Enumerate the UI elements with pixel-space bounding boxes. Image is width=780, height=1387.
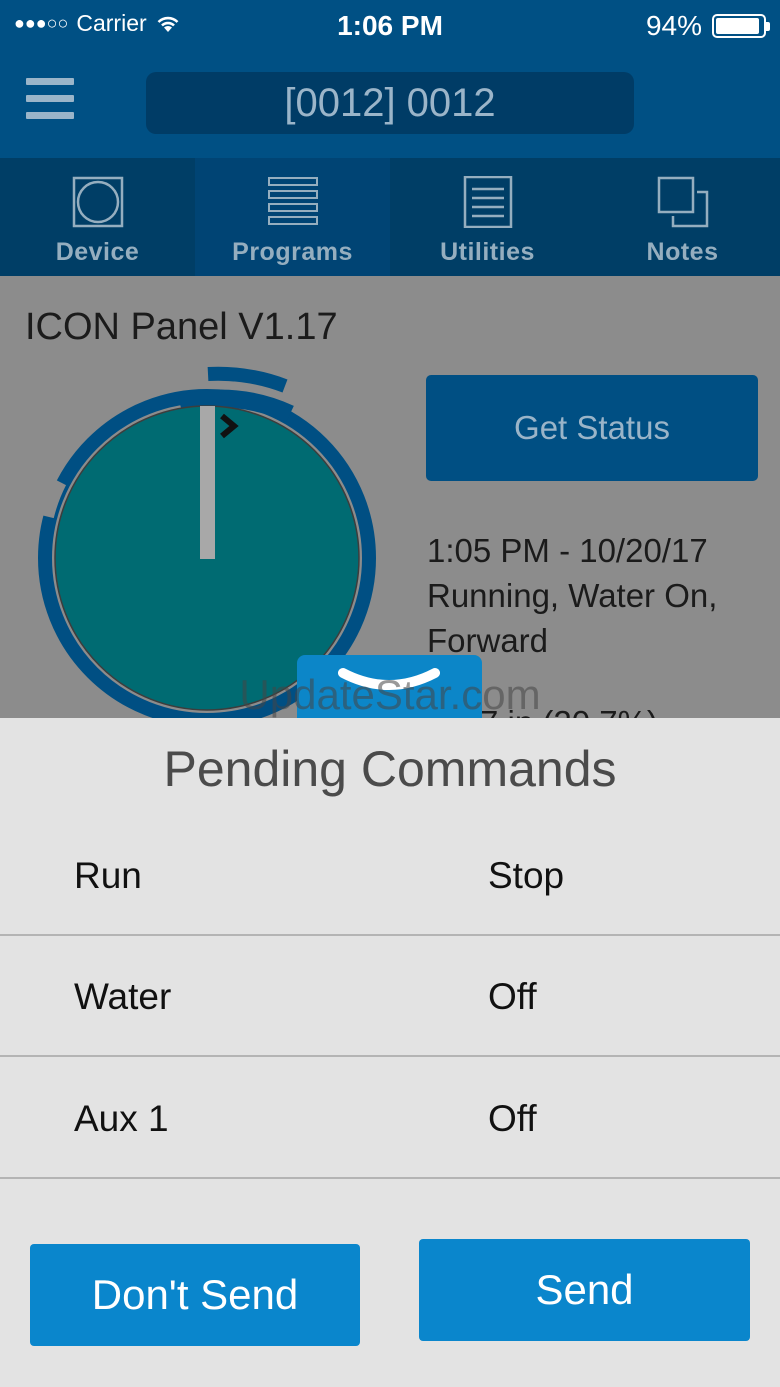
device-title[interactable]: [0012] 0012 xyxy=(146,72,634,134)
tab-programs[interactable]: Programs xyxy=(195,158,390,276)
tab-notes[interactable]: Notes xyxy=(585,158,780,276)
tab-label: Device xyxy=(55,238,140,266)
tab-label: Notes xyxy=(646,238,719,266)
nav-bar: [0012] 0012 xyxy=(0,52,780,158)
tab-device[interactable]: Device xyxy=(0,158,195,276)
battery-percent: 94% xyxy=(645,10,702,41)
panel-title: ICON Panel V1.17 xyxy=(25,306,338,348)
send-button[interactable]: Send xyxy=(419,1239,750,1341)
tab-bar: Device Programs Utilities Notes xyxy=(0,158,780,276)
status-timestamp: 1:05 PM - 10/20/17 xyxy=(427,532,708,569)
command-name: Aux 1 xyxy=(74,1098,169,1139)
document-list-icon xyxy=(463,176,512,228)
command-name: Run xyxy=(74,855,142,896)
command-row: Aux 1 Off xyxy=(0,1058,780,1179)
command-name: Water xyxy=(74,976,172,1017)
tab-label: Programs xyxy=(232,238,353,266)
pending-commands-sheet: Pending Commands Run Stop Water Off Aux … xyxy=(0,718,780,1387)
status-bar: ●●●○○ Carrier 1:06 PM 94% xyxy=(0,0,780,52)
sheet-title: Pending Commands xyxy=(163,741,617,797)
command-value: Off xyxy=(488,1098,537,1139)
battery-icon xyxy=(712,14,770,38)
circle-square-icon xyxy=(72,176,123,228)
command-row: Water Off xyxy=(0,936,780,1057)
watermark-text: UpdateStar.com xyxy=(239,671,541,718)
status-line-1: Running, Water On, xyxy=(427,577,718,614)
command-value: Off xyxy=(488,976,537,1017)
stacked-squares-icon xyxy=(657,176,708,228)
get-status-button[interactable]: Get Status xyxy=(426,375,758,481)
command-value: Stop xyxy=(488,855,565,896)
dont-send-button[interactable]: Don't Send xyxy=(30,1244,360,1346)
battery-fill xyxy=(716,18,759,34)
hamburger-menu-icon[interactable] xyxy=(26,78,74,122)
lines-icon xyxy=(267,177,318,225)
battery-indicator: 94% xyxy=(645,10,770,42)
status-text: 1:05 PM - 10/20/17 Running, Water On, Fo… xyxy=(427,528,717,663)
device-panel: ICON Panel V1.17 Get Status 1:05 PM - 10… xyxy=(0,276,780,718)
command-row: Run Stop xyxy=(0,815,780,936)
tab-label: Utilities xyxy=(440,238,535,266)
tab-utilities[interactable]: Utilities xyxy=(390,158,585,276)
